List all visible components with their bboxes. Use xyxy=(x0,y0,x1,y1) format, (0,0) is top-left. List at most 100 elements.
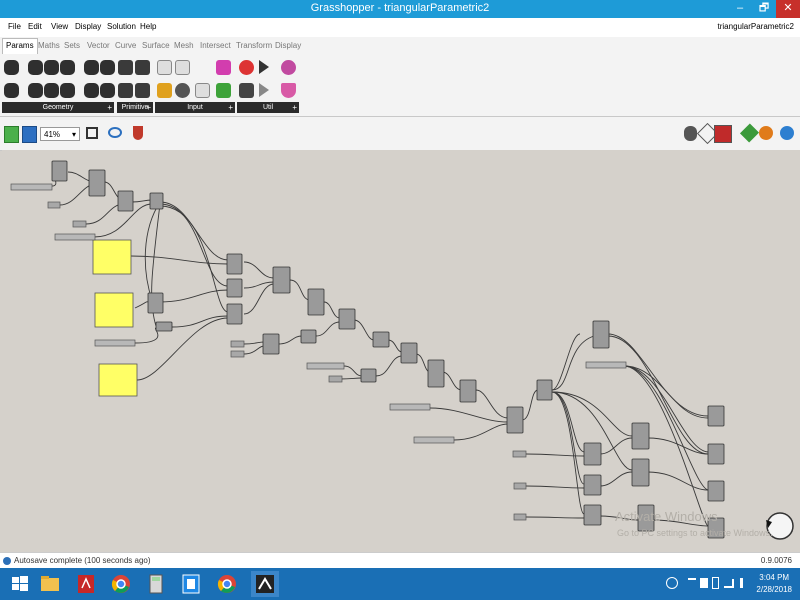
component-node[interactable] xyxy=(51,160,68,182)
menu-display[interactable]: Display xyxy=(75,22,101,31)
tab-mesh[interactable]: Mesh xyxy=(174,41,194,50)
param-component[interactable] xyxy=(72,220,87,228)
taskbar-chrome[interactable] xyxy=(107,571,135,597)
number-slider[interactable] xyxy=(94,339,136,347)
fitness-icon[interactable] xyxy=(281,60,296,75)
minimize-button[interactable]: – xyxy=(728,0,752,18)
number-slider[interactable] xyxy=(389,403,431,411)
taskbar-app[interactable] xyxy=(177,571,205,597)
param-component[interactable] xyxy=(230,340,245,348)
cherry-picker-icon[interactable] xyxy=(239,60,254,75)
close-button[interactable]: ✕ xyxy=(776,0,800,18)
preview-off-icon[interactable] xyxy=(684,126,697,141)
vector-param-icon[interactable] xyxy=(4,83,19,98)
param-component[interactable] xyxy=(513,482,527,490)
shaded-preview-icon[interactable] xyxy=(714,125,732,143)
arc-param-icon[interactable] xyxy=(44,60,59,75)
expand-group-icon[interactable]: + xyxy=(107,102,112,113)
view-eye-icon[interactable] xyxy=(108,127,122,138)
menu-solution[interactable]: Solution xyxy=(107,22,136,31)
component-node[interactable] xyxy=(536,379,553,401)
open-file-icon[interactable] xyxy=(4,126,19,143)
component-node[interactable] xyxy=(400,342,418,364)
panel-component[interactable] xyxy=(98,363,138,397)
slider-input-icon[interactable] xyxy=(175,60,190,75)
component-node[interactable] xyxy=(583,474,602,496)
tab-vector[interactable]: Vector xyxy=(87,41,110,50)
component-node[interactable] xyxy=(300,329,317,344)
selected-only-icon[interactable] xyxy=(739,123,760,143)
component-graph[interactable] xyxy=(2,150,800,552)
panel-component[interactable] xyxy=(94,292,134,328)
taskbar-rhino[interactable] xyxy=(251,571,279,597)
circle-param-icon[interactable] xyxy=(28,60,43,75)
graph-canvas[interactable] xyxy=(2,150,800,552)
number-slider[interactable] xyxy=(306,362,345,370)
text-param-icon[interactable] xyxy=(135,83,150,98)
arrow-relay-icon[interactable] xyxy=(259,60,269,74)
plane-param-icon[interactable] xyxy=(44,83,59,98)
system-clock[interactable]: 3:04 PM 2/28/2018 xyxy=(756,572,792,596)
component-node[interactable] xyxy=(631,458,650,487)
expand-group-icon[interactable]: + xyxy=(228,102,233,113)
menu-file[interactable]: File xyxy=(8,22,21,31)
zoom-extents-icon[interactable] xyxy=(86,127,98,139)
component-node[interactable] xyxy=(226,253,243,275)
preview-mesh-icon[interactable] xyxy=(780,126,794,140)
number-slider[interactable] xyxy=(585,361,627,369)
component-node[interactable] xyxy=(459,379,477,403)
integer-param-icon[interactable] xyxy=(135,60,150,75)
component-node[interactable] xyxy=(583,504,602,526)
gradient-input-icon[interactable] xyxy=(216,60,231,75)
component-node[interactable] xyxy=(307,288,325,316)
paint-brush-icon[interactable] xyxy=(133,126,143,140)
arrow-outline-icon[interactable] xyxy=(259,83,269,97)
component-node[interactable] xyxy=(506,406,524,434)
component-node[interactable] xyxy=(338,308,356,330)
value-list-icon[interactable] xyxy=(195,83,210,98)
expand-group-icon[interactable]: + xyxy=(292,102,297,113)
help-icon[interactable] xyxy=(666,577,678,589)
component-node[interactable] xyxy=(631,422,650,450)
tab-maths[interactable]: Maths xyxy=(38,41,60,50)
flag-icon[interactable] xyxy=(700,578,708,588)
tab-params[interactable]: Params xyxy=(2,38,38,55)
battery-icon[interactable] xyxy=(712,577,719,589)
mesh-param-icon[interactable] xyxy=(84,83,99,98)
component-node[interactable] xyxy=(262,333,280,355)
brep-param-icon[interactable] xyxy=(100,60,115,75)
number-slider[interactable] xyxy=(54,233,96,241)
box-param-icon[interactable] xyxy=(60,83,75,98)
restore-button[interactable]: 🗗 xyxy=(752,0,776,18)
panel-component[interactable] xyxy=(92,239,132,275)
component-node[interactable] xyxy=(226,303,243,325)
taskbar-acrobat[interactable] xyxy=(72,571,100,597)
component-node[interactable] xyxy=(707,443,725,465)
save-file-icon[interactable] xyxy=(22,126,37,143)
network-icon[interactable] xyxy=(724,579,734,588)
param-component[interactable] xyxy=(328,375,343,383)
component-node[interactable] xyxy=(707,480,725,502)
line-param-icon[interactable] xyxy=(28,83,43,98)
component-node[interactable] xyxy=(427,359,445,388)
start-button[interactable] xyxy=(6,571,34,597)
param-component[interactable] xyxy=(513,513,527,521)
tab-curve[interactable]: Curve xyxy=(115,41,136,50)
param-component[interactable] xyxy=(512,450,527,458)
tab-intersect[interactable]: Intersect xyxy=(200,41,231,50)
component-node[interactable] xyxy=(360,368,377,383)
param-component[interactable] xyxy=(230,350,245,358)
graph-mapper-icon[interactable] xyxy=(157,83,172,98)
number-slider[interactable] xyxy=(10,183,53,191)
component-node[interactable] xyxy=(592,320,610,349)
component-node[interactable] xyxy=(272,266,291,294)
number-slider[interactable] xyxy=(413,436,455,444)
notification-chevron-icon[interactable] xyxy=(688,578,696,588)
component-node[interactable] xyxy=(226,278,243,298)
toggle-input-icon[interactable] xyxy=(157,60,172,75)
flask-icon[interactable] xyxy=(281,83,296,98)
tab-display[interactable]: Display xyxy=(275,41,301,50)
field-param-icon[interactable] xyxy=(100,83,115,98)
surface-param-icon[interactable] xyxy=(84,60,99,75)
param-component[interactable] xyxy=(47,201,61,209)
